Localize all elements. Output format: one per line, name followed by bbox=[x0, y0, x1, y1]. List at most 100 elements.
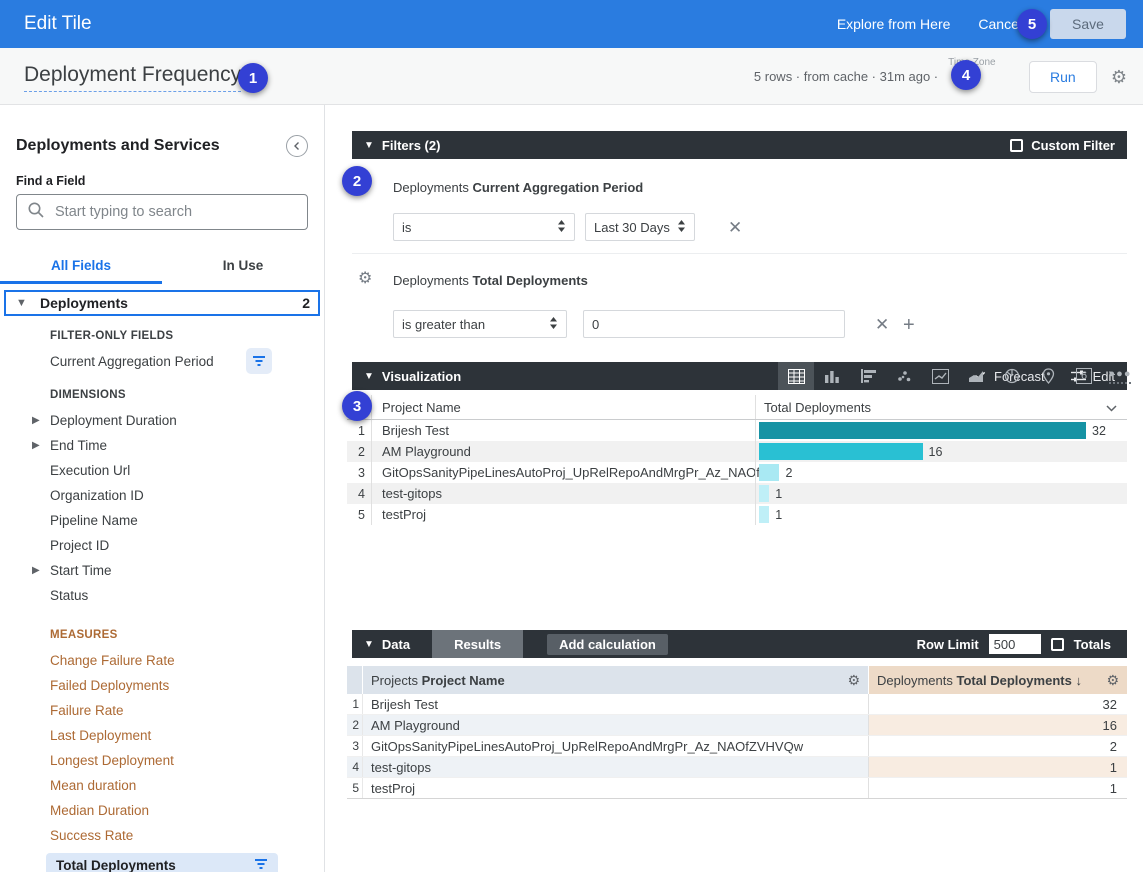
viz-row[interactable]: 2 AM Playground 16 bbox=[347, 441, 1127, 462]
row-limit-input[interactable] bbox=[989, 634, 1041, 654]
field-current-aggregation-period[interactable]: Current Aggregation Period bbox=[0, 349, 324, 374]
data-row[interactable]: 2 AM Playground 16 bbox=[347, 715, 1127, 736]
query-settings-gear-icon[interactable]: ⚙ bbox=[1111, 68, 1127, 86]
deployment-bar[interactable] bbox=[759, 464, 779, 481]
data-row[interactable]: 4 test-gitops 1 bbox=[347, 757, 1127, 778]
viz-type-more-icon[interactable]: ●●● bbox=[1102, 362, 1138, 390]
filter1-operator-select[interactable]: is bbox=[393, 213, 575, 241]
viz-row[interactable]: 1 Brijesh Test 32 bbox=[347, 420, 1127, 441]
filter-icon[interactable] bbox=[246, 348, 272, 374]
viz-table-header: Project Name Total Deployments bbox=[347, 395, 1127, 420]
visualization-section-bar[interactable]: ▼ Visualization bbox=[352, 362, 1127, 390]
remove-filter1-icon[interactable]: ✕ bbox=[728, 219, 742, 236]
viz-type-pie-chart-icon[interactable] bbox=[994, 362, 1030, 390]
viz-type-single-value-icon[interactable]: 6 bbox=[1066, 362, 1102, 390]
tab-all-fields[interactable]: All Fields bbox=[0, 252, 162, 284]
field-search-box[interactable] bbox=[16, 194, 308, 230]
field-execution-url[interactable]: Execution Url bbox=[0, 458, 324, 483]
filter-icon[interactable] bbox=[254, 857, 268, 872]
search-input[interactable] bbox=[55, 204, 297, 220]
field-picker-sidebar: Deployments and Services Find a Field Al… bbox=[0, 105, 325, 872]
field-end-time[interactable]: ▶End Time bbox=[0, 433, 324, 458]
cancel-link[interactable]: Cancel bbox=[978, 16, 1022, 32]
field-project-id[interactable]: Project ID bbox=[0, 533, 324, 558]
filter2-operator-select[interactable]: is greater than bbox=[393, 310, 567, 338]
filter1-value-select[interactable]: Last 30 Days bbox=[585, 213, 695, 241]
add-calculation-button[interactable]: Add calculation bbox=[547, 634, 668, 655]
totals-label: Totals bbox=[1074, 637, 1111, 652]
chevron-right-icon[interactable]: ▶ bbox=[32, 408, 40, 433]
annotation-badge-2: 2 bbox=[342, 166, 372, 196]
explore-title: Deployments and Services bbox=[16, 137, 220, 155]
tile-title[interactable]: Deployment Frequency bbox=[24, 63, 241, 92]
viz-row[interactable]: 5 testProj 1 bbox=[347, 504, 1127, 525]
viz-type-bar-chart-icon[interactable] bbox=[850, 362, 886, 390]
run-button[interactable]: Run bbox=[1029, 61, 1097, 93]
viz-type-scatter-icon[interactable] bbox=[886, 362, 922, 390]
measure-failure-rate[interactable]: Failure Rate bbox=[0, 698, 324, 723]
field-start-time[interactable]: ▶Start Time bbox=[0, 558, 324, 583]
chevron-right-icon[interactable]: ▶ bbox=[32, 558, 40, 583]
measure-change-failure-rate[interactable]: Change Failure Rate bbox=[0, 648, 324, 673]
chevron-down-icon[interactable]: ▼ bbox=[364, 371, 374, 382]
deployment-bar[interactable] bbox=[759, 506, 769, 523]
field-status[interactable]: Status bbox=[0, 583, 324, 608]
deployment-bar[interactable] bbox=[759, 485, 769, 502]
measure-last-deployment[interactable]: Last Deployment bbox=[0, 723, 324, 748]
measure-failed-deployments[interactable]: Failed Deployments bbox=[0, 673, 324, 698]
measure-success-rate[interactable]: Success Rate bbox=[0, 823, 324, 848]
column-gear-icon[interactable]: ⚙ bbox=[1106, 672, 1119, 689]
data-row[interactable]: 5 testProj 1 bbox=[347, 778, 1127, 799]
data-row[interactable]: 1 Brijesh Test 32 bbox=[347, 694, 1127, 715]
add-filter-icon[interactable]: + bbox=[903, 315, 915, 335]
viz-type-column-chart-icon[interactable] bbox=[814, 362, 850, 390]
measures-header: MEASURES bbox=[0, 623, 324, 648]
custom-filter-checkbox[interactable] bbox=[1010, 139, 1023, 152]
data-col-total-deployments[interactable]: Deployments Total Deployments ↓ ⚙ bbox=[869, 666, 1127, 694]
field-organization-id[interactable]: Organization ID bbox=[0, 483, 324, 508]
measure-median-duration[interactable]: Median Duration bbox=[0, 798, 324, 823]
data-row[interactable]: 3 GitOpsSanityPipeLinesAutoProj_UpRelRep… bbox=[347, 736, 1127, 757]
results-tab[interactable]: Results bbox=[432, 630, 523, 658]
filters-section-bar[interactable]: ▼ Filters (2) Custom Filter bbox=[352, 131, 1127, 159]
viz-type-line-chart-icon[interactable] bbox=[922, 362, 958, 390]
viz-col-project-name[interactable]: Project Name bbox=[372, 400, 755, 415]
chevron-right-icon[interactable]: ▶ bbox=[32, 433, 40, 458]
group-deployments[interactable]: ▼ Deployments 2 bbox=[4, 290, 320, 316]
measure-total-deployments-selected[interactable]: Total Deployments bbox=[46, 853, 278, 872]
viz-col-total-deployments[interactable]: Total Deployments bbox=[755, 395, 1127, 419]
field-deployment-duration[interactable]: ▶Deployment Duration bbox=[0, 408, 324, 433]
filter1-field-label: Deployments Current Aggregation Period bbox=[393, 180, 643, 195]
viz-cell-project: test-gitops bbox=[372, 486, 755, 501]
chevron-down-icon[interactable]: ▼ bbox=[364, 639, 374, 650]
viz-row[interactable]: 3 GitOpsSanityPipeLinesAutoProj_UpRelRep… bbox=[347, 462, 1127, 483]
tab-in-use[interactable]: In Use bbox=[162, 252, 324, 284]
explore-from-here-link[interactable]: Explore from Here bbox=[837, 16, 951, 32]
select-updown-icon bbox=[677, 220, 686, 235]
annotation-badge-3: 3 bbox=[342, 391, 372, 421]
collapse-sidebar-icon[interactable] bbox=[286, 135, 308, 157]
filter2-gear-icon[interactable]: ⚙ bbox=[358, 271, 372, 287]
field-pipeline-name[interactable]: Pipeline Name bbox=[0, 508, 324, 533]
annotation-badge-1: 1 bbox=[238, 63, 268, 93]
filter2-value-input[interactable] bbox=[583, 310, 845, 338]
custom-filter-label: Custom Filter bbox=[1031, 138, 1115, 153]
data-section-bar[interactable]: ▼ Data Results Add calculation Row Limit… bbox=[352, 630, 1127, 658]
viz-type-map-icon[interactable] bbox=[1030, 362, 1066, 390]
deployment-bar[interactable] bbox=[759, 443, 923, 460]
window-title: Edit Tile bbox=[24, 13, 92, 35]
measure-mean-duration[interactable]: Mean duration bbox=[0, 773, 324, 798]
totals-checkbox[interactable] bbox=[1051, 638, 1064, 651]
measure-longest-deployment[interactable]: Longest Deployment bbox=[0, 748, 324, 773]
viz-type-area-chart-icon[interactable] bbox=[958, 362, 994, 390]
viz-type-table-icon[interactable] bbox=[778, 362, 814, 390]
data-table-header: Projects Project Name ⚙ Deployments Tota… bbox=[347, 666, 1127, 694]
chevron-down-icon[interactable]: ▼ bbox=[364, 140, 374, 151]
deployment-bar[interactable] bbox=[759, 422, 1086, 439]
save-button[interactable]: Save bbox=[1050, 9, 1126, 39]
remove-filter2-icon[interactable]: ✕ bbox=[875, 316, 889, 333]
chevron-down-icon[interactable] bbox=[1106, 400, 1117, 415]
column-gear-icon[interactable]: ⚙ bbox=[847, 672, 860, 689]
viz-row[interactable]: 4 test-gitops 1 bbox=[347, 483, 1127, 504]
data-col-project-name[interactable]: Projects Project Name ⚙ bbox=[363, 666, 869, 694]
